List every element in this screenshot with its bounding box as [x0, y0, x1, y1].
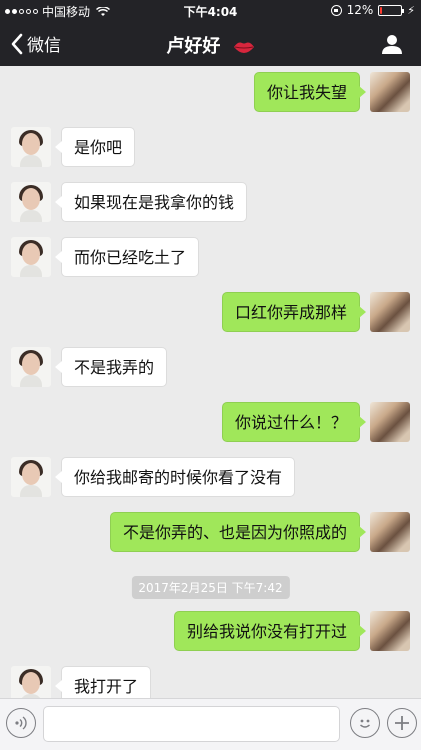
contact-avatar[interactable] [11, 182, 51, 222]
sent-message-bubble[interactable]: 你说过什么！？ [221, 402, 367, 442]
sent-message-bubble[interactable]: 口红你弄成那样 [221, 292, 367, 332]
voice-icon [15, 716, 27, 730]
battery-percent: 12% [346, 3, 374, 17]
header: 中国移动 下午4:04 12% ⚡ 微信 卢好好 [0, 0, 421, 66]
emoji-icon [360, 719, 370, 728]
my-avatar[interactable] [370, 512, 410, 552]
input-bar [0, 698, 421, 750]
message-timestamp: 2017年2月25日 下午7:42 [131, 576, 290, 599]
more-button[interactable] [387, 708, 417, 738]
my-avatar[interactable] [370, 72, 410, 112]
received-message-bubble[interactable]: 你给我邮寄的时候你看了没有 [54, 457, 296, 497]
chat-message-list[interactable]: 2017年2月25日 下午7:42 你让我失望是你吧如果现在是我拿你的钱 而你已经… [0, 66, 421, 698]
status-bar: 中国移动 下午4:04 12% ⚡ [0, 0, 421, 22]
my-avatar[interactable] [370, 402, 410, 442]
chat-title-wrap: 卢好好 [0, 32, 421, 58]
contact-avatar[interactable] [11, 347, 51, 387]
profile-icon[interactable] [381, 33, 403, 55]
voice-button[interactable] [6, 708, 36, 738]
sent-message-bubble[interactable]: 别给我说你没有打开过 [173, 611, 367, 651]
contact-avatar[interactable] [11, 666, 51, 698]
rotation-lock-icon [330, 4, 342, 16]
message-input[interactable] [43, 706, 340, 742]
my-avatar[interactable] [370, 292, 410, 332]
contact-avatar[interactable] [11, 127, 51, 167]
wechat-chat-screen: 中国移动 下午4:04 12% ⚡ 微信 卢好好 2017年2月25日 下午7:… [0, 0, 421, 750]
charging-icon: ⚡ [407, 3, 415, 17]
received-message-bubble[interactable]: 如果现在是我拿你的钱 [54, 182, 248, 222]
chat-title: 卢好好 [166, 36, 221, 57]
nav-bar: 微信 卢好好 [0, 22, 421, 66]
battery-icon [378, 4, 405, 16]
received-message-bubble[interactable]: 是你吧 [54, 127, 136, 167]
plus-icon [395, 716, 409, 730]
my-avatar[interactable] [370, 611, 410, 651]
received-message-bubble[interactable]: 而你已经吃土了 [54, 237, 200, 277]
sent-message-bubble[interactable]: 不是你弄的、也是因为你照成的 [109, 512, 367, 552]
battery-fill [380, 6, 383, 14]
contact-avatar[interactable] [11, 237, 51, 277]
sent-message-bubble[interactable]: 你让我失望 [253, 72, 367, 112]
contact-avatar[interactable] [11, 457, 51, 497]
received-message-bubble[interactable]: 不是我弄的 [54, 347, 168, 387]
status-right: 12% ⚡ [330, 3, 415, 17]
emoji-button[interactable] [350, 708, 380, 738]
received-message-bubble[interactable]: 我打开了 [54, 666, 152, 698]
lips-icon [233, 42, 254, 53]
